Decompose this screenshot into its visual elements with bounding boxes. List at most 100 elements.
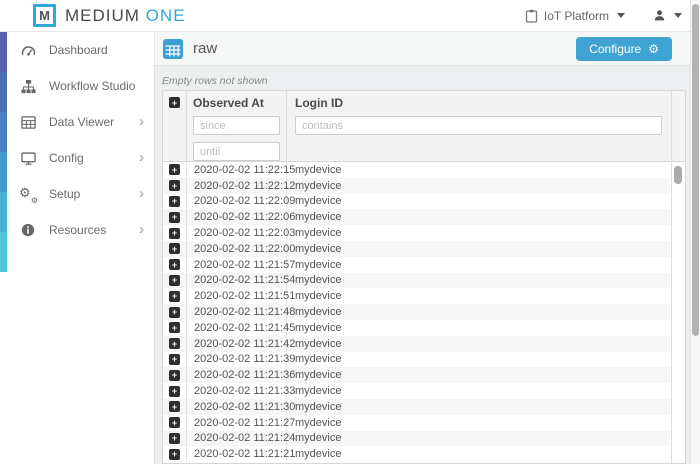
observed-at-cell: 2020-02-02 11:22:00 (187, 240, 295, 257)
observed-at-cell: 2020-02-02 11:21:39 (187, 351, 295, 368)
chevron-right-icon: › (139, 220, 144, 238)
expand-row-button[interactable]: + (169, 274, 180, 286)
until-filter-input[interactable] (193, 142, 280, 161)
sitemap-icon (20, 78, 36, 94)
expand-row-button[interactable]: + (169, 385, 180, 397)
table-row: +2020-02-02 11:21:39 mydevice (163, 351, 670, 368)
expand-row-button[interactable]: + (169, 211, 180, 223)
chevron-down-icon (617, 13, 625, 18)
observed-at-cell: 2020-02-02 11:21:48 (187, 304, 295, 320)
table-body: +2020-02-02 11:22:15 mydevice +2020-02-02 … (163, 162, 685, 463)
table-row: +2020-02-02 11:21:42 mydevice (163, 335, 670, 352)
medium-one-logo[interactable]: M MEDIUM ONE (33, 4, 186, 27)
table-row: +2020-02-02 11:22:09 mydevice (163, 193, 670, 210)
observed-at-cell: 2020-02-02 11:21:33 (187, 383, 295, 399)
login-id-cell: mydevice (295, 416, 342, 429)
observed-at-cell: 2020-02-02 11:21:27 (187, 414, 295, 431)
login-id-cell: mydevice (295, 227, 342, 240)
expand-cell: + (163, 430, 187, 447)
expand-row-button[interactable]: + (169, 164, 180, 176)
login-id-cell: mydevice (295, 306, 342, 319)
table-row: +2020-02-02 11:21:36 mydevice (163, 367, 670, 384)
dashboard-icon (20, 42, 36, 58)
expand-row-button[interactable]: + (169, 290, 180, 302)
login-id-cell: mydevice (295, 337, 342, 350)
observed-at-cell: 2020-02-02 11:21:21 (187, 446, 295, 463)
expand-row-button[interactable]: + (169, 338, 180, 350)
page-scrollbar-thumb[interactable] (692, 4, 699, 336)
accent-strip-segment (0, 32, 7, 72)
expand-all-cell: + (163, 91, 187, 161)
expand-cell: + (163, 367, 187, 384)
login-id-cell: mydevice (295, 195, 342, 208)
sidebar-item-config[interactable]: Config › (7, 140, 154, 176)
login-id-cell: mydevice (295, 242, 342, 255)
expand-row-button[interactable]: + (169, 432, 180, 444)
expand-row-button[interactable]: + (169, 417, 180, 429)
table-row: +2020-02-02 11:21:21 mydevice (163, 446, 670, 463)
observed-at-cell: 2020-02-02 11:21:24 (187, 430, 295, 447)
expand-cell: + (163, 319, 187, 336)
accent-strip-segment (0, 232, 7, 272)
expand-all-button[interactable]: + (169, 97, 180, 108)
table-scrollbar-thumb[interactable] (674, 166, 682, 184)
expand-row-button[interactable]: + (169, 227, 180, 239)
info-icon (20, 222, 36, 238)
expand-cell: + (163, 383, 187, 399)
expand-row-button[interactable]: + (169, 448, 180, 460)
sidebar-item-data-viewer[interactable]: Data Viewer › (7, 104, 154, 140)
expand-cell: + (163, 398, 187, 415)
observed-at-cell: 2020-02-02 11:22:03 (187, 225, 295, 241)
accent-strip-segment (0, 152, 7, 192)
sidebar-item-dashboard[interactable]: Dashboard (7, 32, 154, 68)
login-id-header: Login ID (295, 96, 343, 110)
expand-row-button[interactable]: + (169, 180, 180, 192)
login-id-cell: mydevice (295, 211, 342, 224)
chevron-right-icon: › (139, 112, 144, 130)
sidebar-item-setup[interactable]: ⚙ ⚙ Setup › (7, 176, 154, 212)
expand-row-button[interactable]: + (169, 259, 180, 271)
contains-filter-input[interactable] (295, 116, 662, 135)
expand-row-button[interactable]: + (169, 322, 180, 334)
sidebar-item-resources[interactable]: Resources › (7, 212, 154, 248)
sidebar-accent-strip (0, 32, 7, 272)
expand-cell: + (163, 240, 187, 257)
table-row: +2020-02-02 11:21:57 mydevice (163, 256, 670, 273)
expand-cell: + (163, 414, 187, 431)
sidebar-item-label: Workflow Studio (49, 79, 136, 93)
observed-at-cell: 2020-02-02 11:22:12 (187, 177, 295, 194)
table-row: +2020-02-02 11:21:33 mydevice (163, 383, 670, 399)
login-id-cell: mydevice (295, 290, 342, 303)
sidebar: Dashboard Workflow Studio Data Viewer › … (0, 32, 155, 464)
sidebar-item-label: Resources (49, 223, 107, 237)
empty-rows-note: Empty rows not shown (162, 75, 268, 87)
gears-icon: ⚙ ⚙ (19, 185, 38, 205)
login-id-cell: mydevice (295, 448, 342, 461)
observed-at-cell: 2020-02-02 11:21:42 (187, 335, 295, 352)
table-row: +2020-02-02 11:21:48 mydevice (163, 304, 670, 320)
platform-menu[interactable]: IoT Platform (525, 9, 625, 23)
configure-button[interactable]: Configure ⚙ (576, 36, 672, 61)
expand-row-button[interactable]: + (169, 369, 180, 381)
expand-row-button[interactable]: + (169, 243, 180, 255)
expand-cell: + (163, 304, 187, 320)
expand-row-button[interactable]: + (169, 195, 180, 207)
table-row: +2020-02-02 11:22:00 mydevice (163, 240, 670, 257)
observed-at-cell: 2020-02-02 11:22:09 (187, 193, 295, 210)
expand-cell: + (163, 177, 187, 194)
table-icon (20, 114, 36, 130)
expand-cell: + (163, 272, 187, 289)
expand-row-button[interactable]: + (169, 353, 180, 365)
user-menu[interactable] (653, 9, 682, 22)
sidebar-item-workflow-studio[interactable]: Workflow Studio (7, 68, 154, 104)
observed-at-cell: 2020-02-02 11:21:36 (187, 367, 295, 384)
expand-row-button[interactable]: + (169, 401, 180, 413)
since-filter-input[interactable] (193, 116, 280, 135)
user-icon (653, 9, 666, 22)
login-id-cell: mydevice (295, 385, 342, 398)
expand-row-button[interactable]: + (169, 306, 180, 318)
observed-at-cell: 2020-02-02 11:21:57 (187, 256, 295, 273)
sidebar-item-label: Dashboard (49, 43, 108, 57)
login-id-cell: mydevice (295, 179, 342, 192)
main-content: raw Configure ⚙ Empty rows not shown + O… (155, 32, 690, 464)
